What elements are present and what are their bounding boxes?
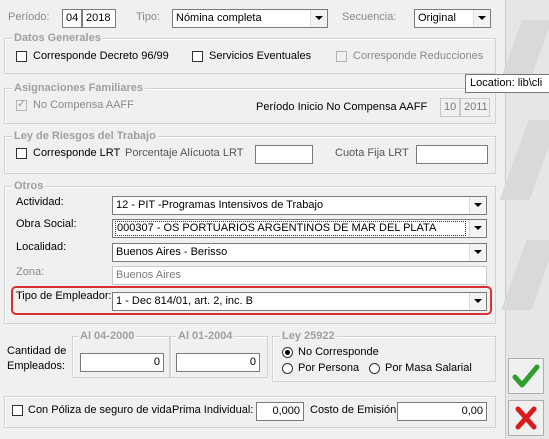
costo-input[interactable]: 0,00 bbox=[397, 402, 487, 421]
reducciones-checkbox bbox=[336, 51, 347, 62]
close-icon bbox=[515, 406, 537, 430]
obra-social-label: Obra Social: bbox=[16, 218, 77, 230]
chevron-down-icon[interactable] bbox=[469, 197, 486, 214]
tipo-empleador-label: Tipo de Empleador: bbox=[16, 290, 112, 302]
actividad-select-value: 12 - PIT -Programas Intensivos de Trabaj… bbox=[116, 199, 324, 211]
no-compensa-label: No Compensa AAFF bbox=[33, 99, 134, 111]
tipo-label: Tipo: bbox=[136, 11, 161, 23]
localidad-select[interactable]: Buenos Aires - Berisso bbox=[112, 243, 487, 262]
poliza-label: Con Póliza de seguro de vida bbox=[28, 404, 172, 416]
localidad-select-value: Buenos Aires - Berisso bbox=[116, 246, 228, 258]
lrt-label: Corresponde LRT bbox=[33, 147, 121, 159]
zona-label: Zona: bbox=[16, 266, 45, 278]
logo-watermark bbox=[501, 240, 549, 310]
ley-25922-legend: Ley 25922 bbox=[280, 330, 337, 342]
secuencia-select[interactable]: Original bbox=[414, 9, 491, 28]
logo-watermark bbox=[501, 20, 549, 75]
logo-watermark bbox=[499, 120, 549, 200]
decreto-label: Corresponde Decreto 96/99 bbox=[33, 50, 169, 62]
porcentaje-input[interactable] bbox=[255, 145, 313, 164]
actividad-label: Actividad: bbox=[16, 196, 64, 208]
reducciones-label: Corresponde Reducciones bbox=[353, 50, 484, 62]
tipo-select[interactable]: Nómina completa bbox=[172, 9, 328, 28]
location-tooltip: Location: lib\cli bbox=[465, 74, 549, 93]
tipo-select-value: Nómina completa bbox=[176, 12, 262, 24]
chevron-down-icon[interactable] bbox=[310, 10, 327, 27]
checkmark-icon: ✓ bbox=[17, 98, 27, 110]
chevron-down-icon[interactable] bbox=[473, 10, 490, 27]
prima-label: Prima Individual: bbox=[172, 404, 254, 416]
por-persona-label: Por Persona bbox=[298, 362, 360, 374]
obra-social-select[interactable]: 000307 - OS PORTUARIOS ARGENTINOS DE MAR… bbox=[112, 219, 487, 238]
cantidad-label-1: Cantidad de bbox=[7, 345, 67, 357]
cancel-button[interactable] bbox=[508, 400, 544, 436]
al-2000-legend: Al 04-2000 bbox=[78, 330, 137, 342]
periodo-anio-input[interactable]: 2018 bbox=[82, 9, 116, 28]
obra-social-select-value: 000307 - OS PORTUARIOS ARGENTINOS DE MAR… bbox=[115, 221, 466, 236]
chevron-down-icon[interactable] bbox=[469, 244, 486, 261]
al-2000-input[interactable]: 0 bbox=[80, 353, 164, 372]
tipo-empleador-select[interactable]: 1 - Dec 814/01, art. 2, inc. B bbox=[112, 292, 487, 311]
tipo-empleador-select-value: 1 - Dec 814/01, art. 2, inc. B bbox=[116, 295, 253, 307]
costo-label: Costo de Emisión: bbox=[310, 404, 400, 416]
cuota-input[interactable] bbox=[416, 145, 488, 164]
secuencia-select-value: Original bbox=[418, 12, 456, 24]
por-persona-radio[interactable] bbox=[282, 363, 293, 374]
datos-generales-legend: Datos Generales bbox=[12, 32, 103, 44]
poliza-checkbox[interactable] bbox=[12, 405, 23, 416]
periodo-inicio-anio: 2011 bbox=[460, 98, 490, 117]
servicios-checkbox[interactable] bbox=[192, 51, 203, 62]
servicios-label: Servicios Eventuales bbox=[209, 50, 312, 62]
decreto-checkbox[interactable] bbox=[16, 51, 27, 62]
chevron-down-icon[interactable] bbox=[469, 293, 486, 310]
accept-button[interactable] bbox=[508, 358, 544, 394]
otros-legend: Otros bbox=[12, 180, 46, 192]
no-corresponde-label: No Corresponde bbox=[298, 346, 379, 358]
checkmark-icon bbox=[512, 364, 540, 388]
no-corresponde-radio[interactable] bbox=[282, 347, 293, 358]
al-2004-legend: Al 01-2004 bbox=[176, 330, 235, 342]
lrt-checkbox[interactable] bbox=[16, 148, 27, 159]
periodo-label: Período: bbox=[8, 11, 50, 23]
localidad-label: Localidad: bbox=[16, 241, 67, 253]
por-masa-salarial-radio[interactable] bbox=[369, 363, 380, 374]
actividad-select[interactable]: 12 - PIT -Programas Intensivos de Trabaj… bbox=[112, 196, 487, 215]
cantidad-label-2: Empleados: bbox=[7, 360, 66, 372]
asignaciones-legend: Asignaciones Familiares bbox=[12, 82, 145, 94]
al-2004-input[interactable]: 0 bbox=[176, 353, 260, 372]
prima-input[interactable]: 0,000 bbox=[256, 402, 304, 421]
secuencia-label: Secuencia: bbox=[342, 11, 397, 23]
zona-field: Buenos Aires bbox=[112, 266, 487, 285]
chevron-down-icon[interactable] bbox=[469, 220, 486, 237]
ley-25922-group bbox=[272, 336, 496, 382]
periodo-inicio-label: Período Inicio No Compensa AAFF bbox=[256, 101, 428, 113]
lrt-legend: Ley de Riesgos del Trabajo bbox=[12, 130, 158, 142]
periodo-inicio-mes: 10 bbox=[440, 98, 460, 117]
periodo-mes-input[interactable]: 04 bbox=[62, 9, 82, 28]
por-masa-salarial-label: Por Masa Salarial bbox=[385, 362, 472, 374]
cuota-label: Cuota Fija LRT bbox=[335, 147, 409, 159]
porcentaje-label: Porcentaje Alícuota LRT bbox=[125, 147, 244, 159]
